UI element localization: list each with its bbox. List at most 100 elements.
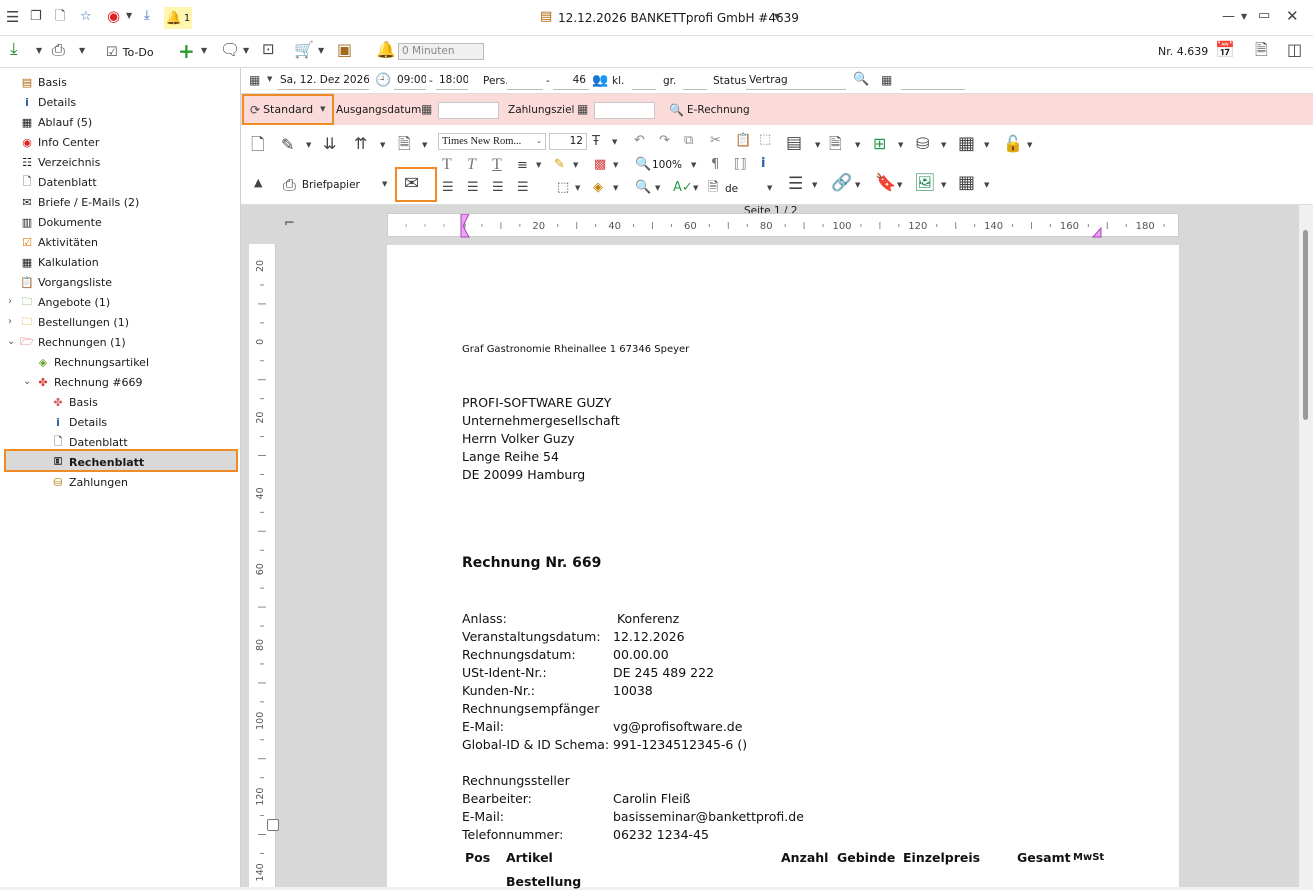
status-field[interactable]: Vertrag: [746, 73, 846, 90]
insert-field-icon[interactable]: ⊞: [873, 136, 886, 152]
options-dropdown-icon[interactable]: ▼: [1241, 13, 1247, 21]
language-value[interactable]: de: [725, 183, 738, 195]
calendar-dropdown-icon[interactable]: ▼: [267, 76, 272, 83]
info-icon[interactable]: i: [761, 157, 765, 170]
zoom-dropdown-icon[interactable]: ▼: [691, 162, 696, 169]
calendar-clock-icon[interactable]: 📅: [1215, 42, 1235, 58]
align-right-icon[interactable]: ☰: [492, 181, 504, 194]
sidebar-toggle-icon[interactable]: ◫: [1287, 42, 1302, 58]
sidebar-item-ablauf[interactable]: ▦ Ablauf (5): [20, 112, 92, 132]
compass-icon[interactable]: ◉: [107, 9, 120, 24]
document-clock-icon[interactable]: 🗋: [55, 10, 65, 23]
lock-dropdown-icon[interactable]: ▼: [1027, 142, 1032, 149]
bold-icon[interactable]: T: [442, 157, 452, 173]
sidebar-item-verzeichnis[interactable]: ☷ Verzeichnis: [20, 152, 100, 172]
sidebar-item-info-center[interactable]: ◉ Info Center: [20, 132, 99, 152]
border-icon[interactable]: ⬚: [557, 181, 569, 194]
sidebar-item-rechnungen[interactable]: 🗁 Rechnungen (1): [20, 332, 125, 352]
resize-icon[interactable]: ⊡: [262, 42, 275, 57]
italic-icon[interactable]: T: [467, 157, 476, 173]
color-palette-dropdown-icon[interactable]: ▼: [613, 162, 618, 169]
insert-table-icon[interactable]: ▦: [958, 174, 975, 192]
cart-icon[interactable]: 🛒: [294, 42, 314, 58]
list-icon[interactable]: ☰: [788, 176, 803, 193]
sidebar-item-datenblatt[interactable]: 🗋 Datenblatt: [20, 172, 97, 192]
collapse-arrow-icon[interactable]: ⌄: [7, 336, 15, 347]
erechnung-button[interactable]: 🔍 E-Rechnung: [669, 100, 750, 120]
clock-icon[interactable]: 🕘: [375, 74, 391, 87]
document-page[interactable]: Graf Gastronomie Rheinallee 1 67346 Spey…: [387, 245, 1179, 889]
sidebar-item-angebote[interactable]: 🗀 Angebote (1): [20, 292, 111, 312]
spellcheck-dropdown-icon[interactable]: ▼: [693, 185, 698, 192]
fill-icon[interactable]: ◈: [593, 181, 603, 194]
collapse-up-icon[interactable]: ▲: [254, 177, 262, 188]
bookmark-dropdown-icon[interactable]: ▼: [897, 182, 902, 189]
font-size-field[interactable]: 12: [549, 133, 587, 150]
redo-icon[interactable]: ↷: [659, 134, 670, 147]
minutes-input[interactable]: 0 Minuten: [398, 43, 484, 60]
zoom-value[interactable]: 100%: [652, 159, 682, 171]
hamburger-menu-icon[interactable]: ☰: [6, 10, 19, 25]
add-dropdown-icon[interactable]: ▼: [201, 47, 207, 55]
sidebar-item-briefe[interactable]: ✉ Briefe / E-Mails (2): [20, 192, 139, 212]
highlight-color-icon[interactable]: ✎: [554, 158, 565, 171]
page-settings-dropdown-icon[interactable]: ▼: [422, 142, 427, 149]
align-left-icon[interactable]: ☰: [442, 181, 454, 194]
insert-page-icon[interactable]: 🗎: [829, 136, 842, 152]
import-dropdown-icon[interactable]: ▼: [36, 47, 42, 55]
todo-button[interactable]: ☑ To-Do: [103, 40, 163, 64]
sidebar-item-kalkulation[interactable]: ▦ Kalkulation: [20, 252, 99, 272]
new-document-icon[interactable]: 🗋: [251, 137, 265, 154]
paragraph-style-icon[interactable]: ▤: [786, 135, 802, 152]
gr-field[interactable]: [683, 73, 707, 90]
highlight-color-dropdown-icon[interactable]: ▼: [573, 162, 578, 169]
comment-dropdown-icon[interactable]: ▼: [243, 47, 249, 55]
pilcrow-icon[interactable]: ¶: [711, 158, 719, 171]
close-icon[interactable]: ✕: [1286, 9, 1299, 24]
document-history-icon[interactable]: 🗎: [1255, 42, 1268, 58]
insert-page-dropdown-icon[interactable]: ▼: [855, 142, 860, 149]
search-icon[interactable]: 🔍: [853, 73, 869, 86]
scrollbar-thumb[interactable]: [1303, 230, 1308, 420]
pers-max-field[interactable]: 46: [553, 73, 589, 90]
sidebar-item-zahlungen[interactable]: ⛁ Zahlungen: [51, 472, 128, 492]
add-icon[interactable]: +: [178, 41, 195, 61]
package-icon[interactable]: ▣: [337, 42, 352, 58]
calendar-icon[interactable]: ▦: [249, 74, 260, 86]
border-dropdown-icon[interactable]: ▼: [575, 185, 580, 192]
underline-icon[interactable]: T: [492, 157, 502, 173]
sidebar-item-sub-details[interactable]: i Details: [51, 412, 107, 432]
tab-stop-icon[interactable]: ⌐: [284, 217, 295, 230]
vertical-ruler[interactable]: 20 0 20 40 60 80 100 120 140: [249, 244, 276, 887]
title-dropdown-icon[interactable]: ▼: [774, 13, 780, 21]
right-margin-marker[interactable]: [1091, 226, 1102, 238]
edit-document-icon[interactable]: ✎: [281, 137, 294, 153]
calendar-icon[interactable]: ▦: [421, 103, 432, 115]
paragraph-style-dropdown-icon[interactable]: ▼: [815, 142, 820, 149]
sidebar-item-rechnung-669[interactable]: ✤ Rechnung #669: [36, 372, 142, 392]
notification-bell[interactable]: 🔔 1: [164, 7, 192, 29]
database-icon[interactable]: ⛁: [916, 136, 929, 152]
pers-min-field[interactable]: [507, 73, 543, 90]
link-icon[interactable]: 🔗: [831, 175, 852, 192]
expand-arrow-icon[interactable]: ›: [8, 296, 12, 307]
minimize-icon[interactable]: —: [1222, 10, 1235, 23]
table-dropdown-icon[interactable]: ▼: [984, 142, 989, 149]
time-to-field[interactable]: 18:00: [436, 73, 468, 90]
briefpapier-button[interactable]: ⎙ Briefpapier: [283, 174, 360, 196]
sidebar-item-dokumente[interactable]: ▥ Dokumente: [20, 212, 102, 232]
maximize-icon[interactable]: ▭: [1258, 9, 1270, 22]
sidebar-item-bestellungen[interactable]: 🗀 Bestellungen (1): [20, 312, 129, 332]
sidebar-item-vorgangsliste[interactable]: 📋 Vorgangsliste: [20, 272, 112, 292]
table-icon[interactable]: ▦: [958, 135, 975, 153]
spellcheck-icon[interactable]: A✓: [673, 181, 693, 194]
find-dropdown-icon[interactable]: ▼: [655, 185, 660, 192]
kl-field[interactable]: [632, 73, 656, 90]
sidebar-item-details[interactable]: i Details: [20, 92, 76, 112]
sidebar-item-rechnungsartikel[interactable]: ◈ Rechnungsartikel: [36, 352, 149, 372]
windows-icon[interactable]: ❐: [30, 10, 42, 23]
zahlungsziel-field[interactable]: [594, 102, 655, 119]
image-icon[interactable]: 🖼: [914, 175, 936, 192]
vertical-scrollbar[interactable]: [1299, 205, 1313, 887]
insert-field-dropdown-icon[interactable]: ▼: [898, 142, 903, 149]
